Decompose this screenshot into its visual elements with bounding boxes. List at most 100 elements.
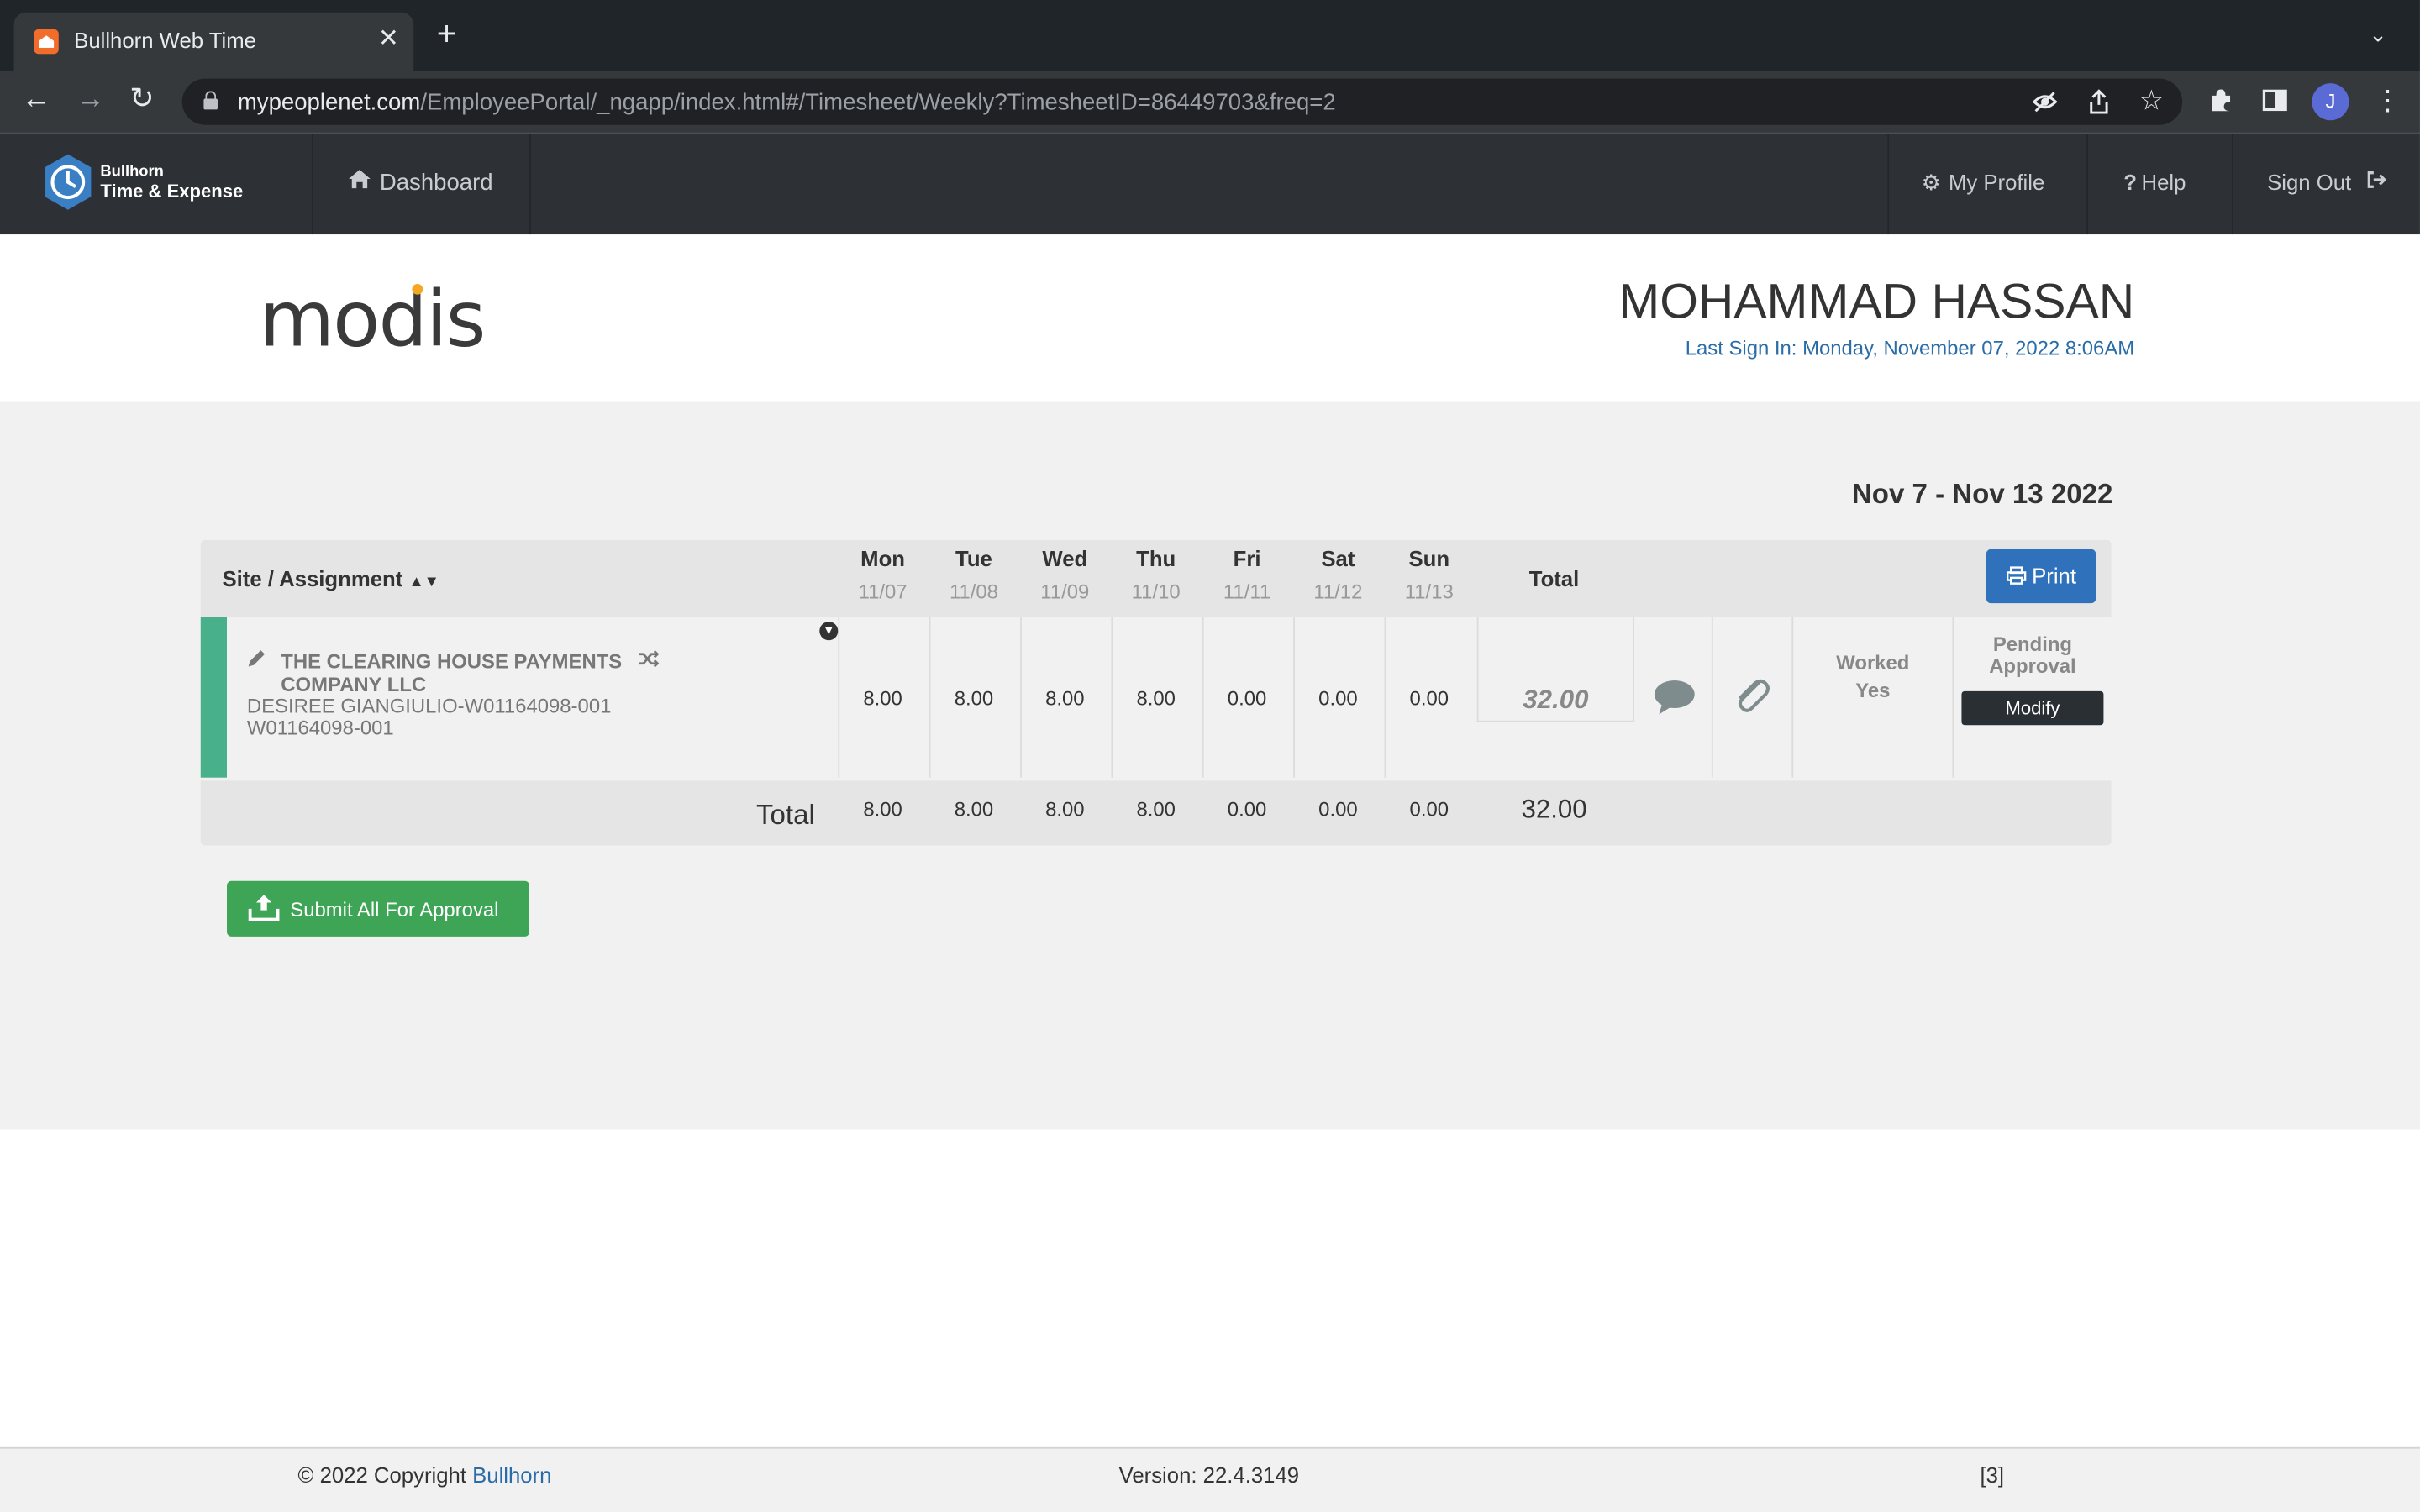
forward-arrow-icon[interactable]: → [76,84,105,116]
back-arrow-icon[interactable]: ← [22,84,51,116]
browser-menu-icon[interactable]: ⋮ [2374,87,2402,114]
profile-avatar[interactable]: J [2312,83,2349,121]
row-total-box: 32.00 [1476,617,1635,722]
company-name-line1: THE CLEARING HOUSE PAYMENTS [281,649,623,673]
user-name: MOHAMMAD HASSAN [1618,273,2135,329]
total-fri: 0.00 [1227,797,1267,822]
hours-fri[interactable]: 0.00 [1202,686,1292,710]
hours-sat[interactable]: 0.00 [1293,686,1383,710]
submit-all-button[interactable]: Submit All For Approval [226,880,529,937]
comment-icon[interactable] [1653,679,1696,716]
new-tab-icon[interactable]: + [437,16,457,50]
assignment-name: DESIREE GIANGIULIO-W01164098-001 [246,694,612,718]
worked-label: Worked [1836,651,1910,675]
eye-slash-icon[interactable] [2031,88,2059,123]
app-navbar: Bullhorn Time & Expense Dashboard ⚙ My Pr… [0,132,2420,235]
totals-row: Total 8.00 8.00 8.00 8.00 0.00 0.00 0.00… [200,780,2112,846]
company-logo-dot [412,283,424,295]
version: Version: 22.4.3149 [1118,1462,1300,1488]
nav-my-profile-label: My Profile [1948,170,2045,195]
hours-sun[interactable]: 0.00 [1385,686,1475,710]
nav-dashboard[interactable]: Dashboard [347,168,493,197]
day-header-fri: Fri 11/11 [1223,546,1271,604]
bullhorn-logo-icon[interactable] [42,153,94,212]
url-text[interactable]: mypeoplenet.com/EmployeePortal/_ngapp/in… [238,90,1336,116]
nav-my-profile[interactable]: ⚙ My Profile [1922,170,2045,196]
row-total: 32.00 [1523,685,1589,715]
timesheet-area: Nov 7 - Nov 13 2022 Site / Assignment ▲▼… [0,401,2420,1130]
hours-wed[interactable]: 8.00 [1020,686,1110,710]
edit-pencil-icon[interactable] [247,648,271,672]
browser-tab[interactable]: Bullhorn Web Time ✕ [13,12,414,71]
bullhorn-link[interactable]: Bullhorn [472,1462,551,1487]
cell-divider [1952,617,1954,778]
sign-out-icon [2366,170,2388,194]
nav-dashboard-label: Dashboard [379,170,493,197]
bullhorn-favicon-icon [34,29,59,55]
site-assignment-sort[interactable]: Site / Assignment ▲▼ [222,566,439,591]
gear-icon: ⚙ [1921,170,1941,195]
shuffle-icon[interactable] [637,649,659,673]
site-assignment-header: Site / Assignment [222,566,403,591]
total-tue: 8.00 [954,797,994,822]
copyright: © 2022 Copyright Bullhorn [297,1462,551,1487]
nav-divider [529,134,531,235]
day-header-mon: Mon 11/07 [858,546,908,604]
company-name-line2: COMPANY LLC [281,672,427,696]
hours-mon[interactable]: 8.00 [838,686,928,710]
brand-title[interactable]: Bullhorn Time & Expense [100,162,243,202]
worked-status: Worked Yes [1793,649,1952,705]
extensions-puzzle-icon[interactable] [2207,87,2234,122]
timesheet-header: Site / Assignment ▲▼ Mon 11/07 Tue 11/08 W… [200,539,2112,617]
last-sign-in: Last Sign In: Monday, November 07, 2022 … [1685,336,2135,360]
day-header-tue: Tue 11/08 [949,546,998,604]
nav-sign-out-label: Sign Out [2267,170,2352,195]
tab-title: Bullhorn Web Time [74,28,256,53]
chevron-down-icon[interactable]: ▼ [819,622,839,641]
tab-close-icon[interactable]: ✕ [378,24,399,55]
footer: © 2022 Copyright Bullhorn Version: 22.4.… [0,1446,2420,1512]
print-label: Print [2032,563,2076,588]
day-header-thu: Thu 11/10 [1131,546,1181,604]
home-icon [347,168,371,196]
grand-total: 32.00 [1521,794,1587,824]
total-wed: 8.00 [1045,797,1085,822]
nav-help[interactable]: ? Help [2123,170,2186,194]
totals-label: Total [755,799,815,831]
day-header-sat: Sat 11/12 [1313,546,1363,604]
nav-divider [312,134,313,235]
assignment-id: W01164098-001 [246,716,394,739]
question-mark-icon: ? [2123,170,2138,195]
approval-status: Pending Approval [1989,633,2076,678]
nav-divider [2086,134,2089,235]
paperclip-icon[interactable] [1733,675,1770,716]
print-button[interactable]: Print [1986,549,2096,604]
address-bar[interactable]: mypeoplenet.com/EmployeePortal/_ngapp/in… [182,78,2183,125]
assignment-info: THE CLEARING HOUSE PAYMENTS COMPANY LLC … [247,648,834,738]
nav-sign-out[interactable]: Sign Out [2267,170,2396,194]
side-panel-icon[interactable] [2261,87,2289,122]
bookmark-star-icon[interactable]: ☆ [2139,87,2165,114]
copyright-text: © 2022 Copyright [297,1462,466,1488]
modify-button[interactable]: Modify [1961,690,2104,726]
total-mon: 8.00 [863,797,902,822]
reload-icon[interactable]: ↻ [129,84,154,116]
brand-banner: modis MOHAMMAD HASSAN Last Sign In: Mond… [0,234,2420,402]
timesheet-row: THE CLEARING HOUSE PAYMENTS COMPANY LLC … [200,617,2112,778]
nav-divider [2231,134,2233,235]
week-range: Nov 7 - Nov 13 2022 [1851,478,2113,510]
lock-icon[interactable] [203,91,218,110]
share-icon[interactable] [2086,88,2111,123]
footer-counter: [3] [1980,1462,2005,1488]
upload-icon [248,893,280,926]
hours-thu[interactable]: 8.00 [1111,686,1201,710]
company-logo: modis [259,274,487,365]
tab-search-chevron-icon[interactable]: ⌄ [2369,22,2387,48]
day-header-sun: Sun 11/13 [1404,546,1454,604]
hours-tue[interactable]: 8.00 [929,686,1019,710]
nav-help-label: Help [2141,170,2186,195]
printer-icon [2006,563,2032,587]
row-status-bar [200,617,227,778]
total-sun: 0.00 [1409,797,1449,822]
cell-divider [1711,617,1713,778]
